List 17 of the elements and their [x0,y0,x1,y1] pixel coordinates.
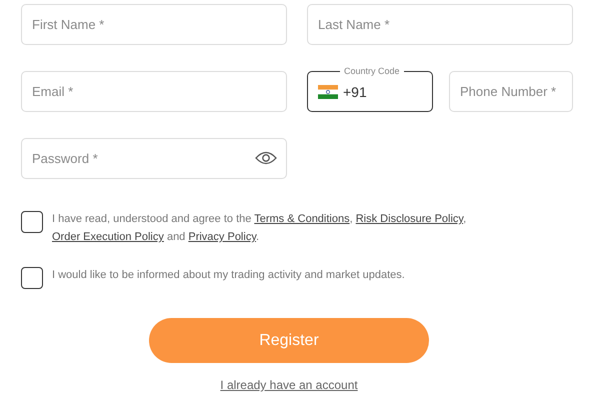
field-label: Country Code [340,65,404,77]
input-field[interactable]: First Name * [21,4,287,45]
eye-icon[interactable] [255,151,277,165]
password-field[interactable]: Password * [21,138,287,179]
policy-link[interactable]: Terms & Conditions [254,213,350,225]
input-field[interactable]: Last Name * [307,4,573,45]
consent-text: I would like to be informed about my trading activity and market updates. [52,268,405,283]
input-field[interactable]: Phone Number * [449,71,573,112]
policy-link[interactable]: Risk Disclosure Policy [356,213,464,225]
input-field[interactable]: Email * [21,71,287,112]
flag-icon [318,84,338,98]
checkbox[interactable] [21,211,43,233]
consent-text: I have read, understood and agree to the Terms & Conditions, Risk Disclosure Policy, Order Execution Policy and Privacy Policy. [52,212,468,245]
policy-link[interactable]: Privacy Policy [188,231,256,243]
policy-link[interactable]: Order Execution Policy [52,231,164,243]
login-link[interactable]: I already have an account [220,378,358,392]
checkbox[interactable] [21,267,43,289]
